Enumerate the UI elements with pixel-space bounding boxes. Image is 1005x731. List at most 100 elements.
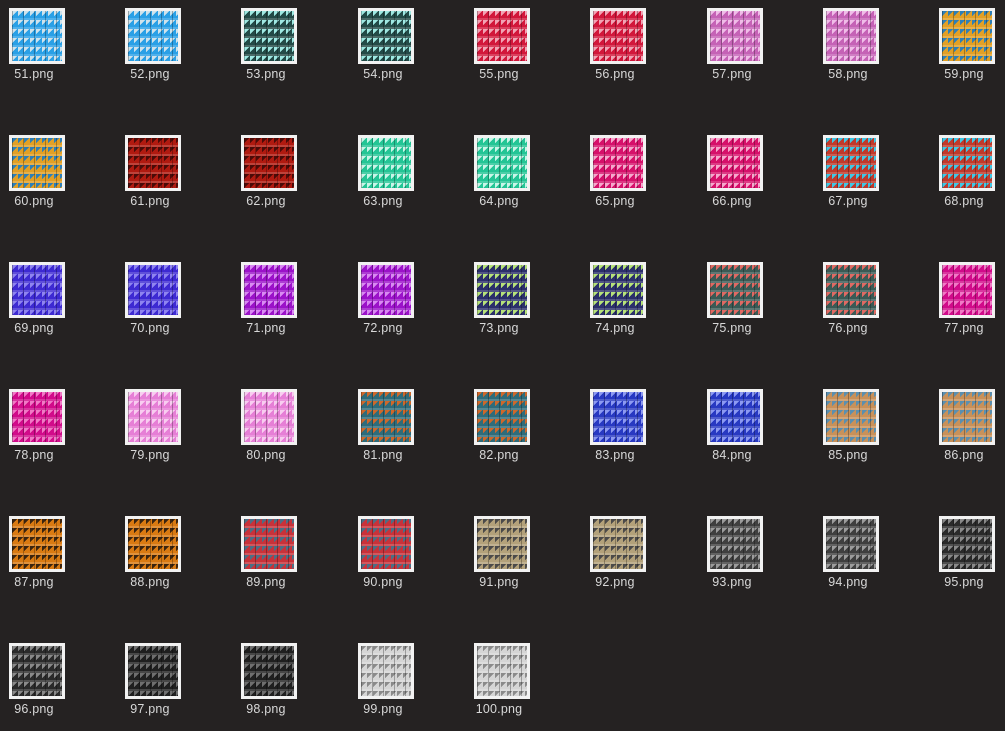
file-thumbnail[interactable] [823, 262, 879, 318]
file-thumbnail[interactable] [358, 389, 414, 445]
file-thumbnail[interactable] [707, 135, 763, 191]
file-name-label[interactable]: 74.png [567, 321, 663, 335]
file-item[interactable]: 73.png [451, 254, 551, 364]
file-name-label[interactable]: 81.png [335, 448, 431, 462]
file-item[interactable]: 88.png [102, 508, 202, 618]
file-thumbnail[interactable] [707, 262, 763, 318]
file-name-label[interactable]: 86.png [916, 448, 1005, 462]
file-thumbnail[interactable] [358, 643, 414, 699]
file-thumbnail[interactable] [241, 516, 297, 572]
file-thumbnail[interactable] [9, 389, 65, 445]
file-item[interactable]: 57.png [684, 0, 784, 110]
file-name-label[interactable]: 99.png [335, 702, 431, 716]
file-name-label[interactable]: 51.png [0, 67, 82, 81]
file-item[interactable]: 81.png [335, 381, 435, 491]
file-name-label[interactable]: 57.png [684, 67, 780, 81]
file-item[interactable]: 89.png [218, 508, 318, 618]
file-thumbnail[interactable] [590, 389, 646, 445]
file-name-label[interactable]: 97.png [102, 702, 198, 716]
file-item[interactable]: 60.png [0, 127, 86, 237]
file-item[interactable]: 84.png [684, 381, 784, 491]
file-thumbnail[interactable] [590, 135, 646, 191]
file-thumbnail[interactable] [474, 262, 530, 318]
file-item[interactable]: 55.png [451, 0, 551, 110]
file-name-label[interactable]: 58.png [800, 67, 896, 81]
file-name-label[interactable]: 64.png [451, 194, 547, 208]
file-name-label[interactable]: 55.png [451, 67, 547, 81]
file-item[interactable]: 94.png [800, 508, 900, 618]
file-thumbnail[interactable] [241, 389, 297, 445]
file-thumbnail[interactable] [241, 262, 297, 318]
file-thumbnail[interactable] [125, 8, 181, 64]
file-item[interactable]: 66.png [684, 127, 784, 237]
file-thumbnail[interactable] [939, 135, 995, 191]
file-name-label[interactable]: 61.png [102, 194, 198, 208]
file-name-label[interactable]: 71.png [218, 321, 314, 335]
file-item[interactable]: 64.png [451, 127, 551, 237]
file-thumbnail[interactable] [590, 8, 646, 64]
file-item[interactable]: 98.png [218, 635, 318, 731]
file-item[interactable]: 95.png [916, 508, 1005, 618]
file-thumbnail[interactable] [823, 389, 879, 445]
file-name-label[interactable]: 96.png [0, 702, 82, 716]
file-name-label[interactable]: 89.png [218, 575, 314, 589]
file-item[interactable]: 72.png [335, 254, 435, 364]
file-thumbnail[interactable] [707, 516, 763, 572]
file-name-label[interactable]: 94.png [800, 575, 896, 589]
file-name-label[interactable]: 92.png [567, 575, 663, 589]
file-name-label[interactable]: 72.png [335, 321, 431, 335]
file-thumbnail[interactable] [474, 516, 530, 572]
file-thumbnail[interactable] [939, 8, 995, 64]
file-name-label[interactable]: 68.png [916, 194, 1005, 208]
file-item[interactable]: 87.png [0, 508, 86, 618]
file-name-label[interactable]: 63.png [335, 194, 431, 208]
file-thumbnail[interactable] [125, 643, 181, 699]
file-item[interactable]: 85.png [800, 381, 900, 491]
file-item[interactable]: 76.png [800, 254, 900, 364]
file-name-label[interactable]: 62.png [218, 194, 314, 208]
file-name-label[interactable]: 52.png [102, 67, 198, 81]
file-name-label[interactable]: 100.png [451, 702, 547, 716]
file-item[interactable]: 71.png [218, 254, 318, 364]
file-thumbnail[interactable] [474, 8, 530, 64]
file-name-label[interactable]: 79.png [102, 448, 198, 462]
file-thumbnail[interactable] [125, 135, 181, 191]
file-thumbnail[interactable] [358, 8, 414, 64]
file-item[interactable]: 65.png [567, 127, 667, 237]
file-name-label[interactable]: 88.png [102, 575, 198, 589]
file-name-label[interactable]: 78.png [0, 448, 82, 462]
file-name-label[interactable]: 75.png [684, 321, 780, 335]
file-name-label[interactable]: 91.png [451, 575, 547, 589]
file-name-label[interactable]: 82.png [451, 448, 547, 462]
file-name-label[interactable]: 70.png [102, 321, 198, 335]
file-item[interactable]: 90.png [335, 508, 435, 618]
file-item[interactable]: 77.png [916, 254, 1005, 364]
file-name-label[interactable]: 80.png [218, 448, 314, 462]
file-item[interactable]: 96.png [0, 635, 86, 731]
file-name-label[interactable]: 93.png [684, 575, 780, 589]
file-name-label[interactable]: 54.png [335, 67, 431, 81]
file-item[interactable]: 78.png [0, 381, 86, 491]
file-item[interactable]: 99.png [335, 635, 435, 731]
file-item[interactable]: 93.png [684, 508, 784, 618]
file-name-label[interactable]: 66.png [684, 194, 780, 208]
file-item[interactable]: 68.png [916, 127, 1005, 237]
file-name-label[interactable]: 60.png [0, 194, 82, 208]
file-thumbnail[interactable] [590, 516, 646, 572]
file-item[interactable]: 52.png [102, 0, 202, 110]
file-item[interactable]: 63.png [335, 127, 435, 237]
file-name-label[interactable]: 65.png [567, 194, 663, 208]
file-thumbnail[interactable] [823, 516, 879, 572]
file-thumbnail[interactable] [474, 135, 530, 191]
file-name-label[interactable]: 84.png [684, 448, 780, 462]
file-thumbnail[interactable] [241, 643, 297, 699]
file-item[interactable]: 79.png [102, 381, 202, 491]
file-item[interactable]: 97.png [102, 635, 202, 731]
file-item[interactable]: 54.png [335, 0, 435, 110]
file-thumbnail[interactable] [474, 643, 530, 699]
file-item[interactable]: 59.png [916, 0, 1005, 110]
file-thumbnail[interactable] [939, 262, 995, 318]
file-item[interactable]: 56.png [567, 0, 667, 110]
file-thumbnail[interactable] [823, 135, 879, 191]
file-thumbnail[interactable] [241, 8, 297, 64]
